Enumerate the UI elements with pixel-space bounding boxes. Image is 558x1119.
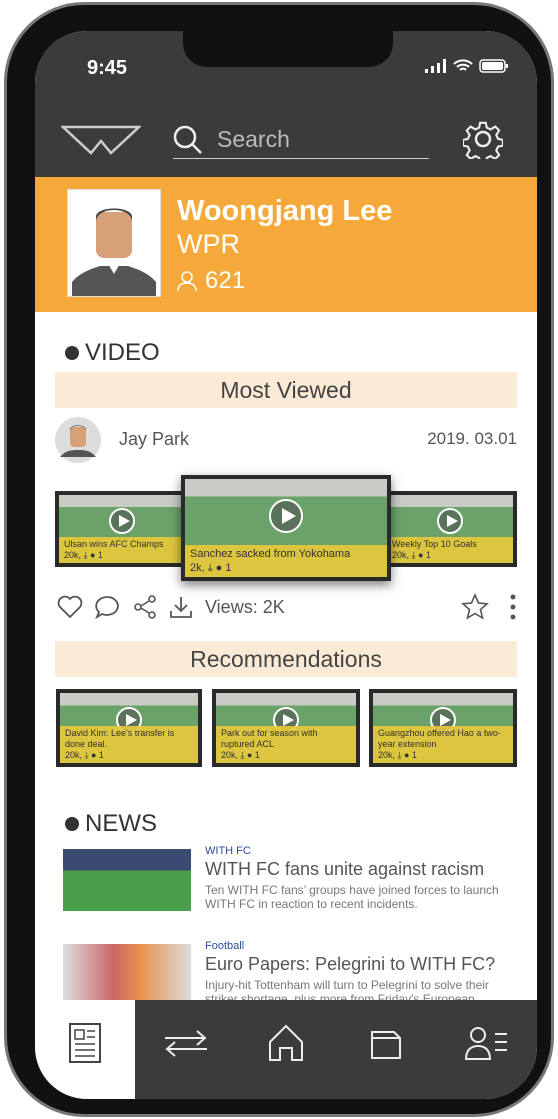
profile-list-icon [464, 1026, 507, 1060]
news-image [63, 944, 191, 1006]
nav-transfer[interactable] [135, 1000, 235, 1099]
video-card-featured[interactable]: Sanchez sacked from Yokohama 2k, ⤓ ● 1 [181, 475, 391, 581]
video-meta: 20k, ⤓ ● 1 [65, 750, 104, 760]
profile-banner: Woongjang Lee WPR 621 [35, 177, 537, 312]
heart-icon[interactable] [57, 595, 83, 619]
newspaper-icon [69, 1022, 102, 1063]
search-icon [173, 125, 202, 154]
news-title: WITH FC fans unite against racism [205, 859, 485, 879]
video-meta: 20k, ⤓ ● 1 [221, 750, 260, 760]
author-avatar[interactable] [55, 417, 101, 463]
most-viewed-header: Most Viewed [55, 372, 517, 408]
play-icon[interactable] [269, 499, 303, 534]
video-title: David Kim: Lee's transfer is done deal. [65, 728, 175, 749]
news-category: Football [205, 940, 245, 952]
views-count: Views: 2K [205, 596, 285, 617]
phone-frame: 9:45 Search Woongjang Lee WPR 621 VIDEO … [4, 2, 554, 1117]
battery-icon [479, 59, 508, 73]
recommended-video[interactable]: David Kim: Lee's transfer is done deal. 2… [56, 689, 202, 767]
star-icon[interactable] [461, 593, 489, 621]
recommended-video[interactable]: Park out for season with ruptured ACL 20k… [212, 689, 360, 767]
app-header: Search [35, 101, 537, 177]
user-icon [177, 271, 197, 291]
news-image [63, 849, 191, 911]
home-icon [269, 1024, 304, 1061]
news-item[interactable]: Football Euro Papers: Pelegrini to WITH … [63, 940, 513, 1020]
video-meta: 20k, ⤓ ● 1 [64, 550, 103, 560]
author-name[interactable]: Jay Park [119, 429, 189, 450]
download-icon[interactable] [169, 595, 193, 619]
video-section-title: VIDEO [65, 339, 160, 367]
news-category: WITH FC [205, 845, 251, 857]
logo-icon[interactable] [61, 123, 141, 155]
recommendations-header: Recommendations [55, 641, 517, 677]
video-title: Park out for season with ruptured ACL [221, 728, 318, 749]
comment-icon[interactable] [95, 595, 121, 619]
notch [183, 31, 393, 67]
video-meta: 20k, ⤓ ● 1 [378, 750, 417, 760]
nav-folder[interactable] [336, 1000, 436, 1099]
nav-news[interactable] [35, 1000, 136, 1099]
recommended-video[interactable]: Guangzhou offered Hao a two-year extensi… [369, 689, 517, 767]
followers-count[interactable]: 621 [177, 267, 245, 295]
profile-avatar [67, 189, 161, 297]
post-date: 2019. 03.01 [427, 429, 517, 448]
news-description: Ten WITH FC fans’ groups have joined for… [205, 883, 499, 911]
play-icon[interactable] [109, 507, 135, 534]
followers-value: 621 [205, 267, 246, 294]
video-title: Sanchez sacked from Yokohama [190, 548, 351, 560]
video-card[interactable]: Ulsan wins AFC Champs 20k, ⤓ ● 1 [55, 491, 189, 567]
play-icon[interactable] [437, 507, 463, 534]
folder-icon [371, 1030, 402, 1059]
video-meta: 2k, ⤓ ● 1 [190, 562, 232, 574]
status-time: 9:45 [87, 57, 128, 79]
video-meta: 20k, ⤓ ● 1 [392, 550, 431, 560]
transfer-arrows-icon [164, 1029, 207, 1057]
news-section-title: NEWS [65, 810, 157, 838]
video-card[interactable]: Weekly Top 10 Goals 20k, ⤓ ● 1 [383, 491, 517, 567]
bottom-nav [35, 1000, 537, 1099]
news-item[interactable]: WITH FC WITH FC fans unite against racis… [63, 845, 513, 913]
search-placeholder: Search [217, 126, 290, 152]
news-title: Euro Papers: Pelegrini to WITH FC? [205, 954, 496, 974]
search-input[interactable]: Search [173, 121, 429, 159]
more-icon[interactable] [509, 593, 517, 621]
wifi-icon [453, 59, 473, 71]
video-title: Ulsan wins AFC Champs [64, 539, 164, 549]
nav-profile[interactable] [437, 1000, 537, 1099]
profile-org: WPR [177, 229, 240, 259]
video-title: Guangzhou offered Hao a two-year extensi… [378, 728, 501, 749]
gear-icon[interactable] [463, 119, 503, 159]
video-title: Weekly Top 10 Goals [392, 539, 477, 549]
share-icon[interactable] [133, 595, 157, 619]
video-heading: VIDEO [85, 339, 160, 366]
screen: 9:45 Search Woongjang Lee WPR 621 VIDEO … [35, 31, 537, 1099]
signal-icon [425, 59, 446, 73]
nav-home[interactable] [236, 1000, 336, 1099]
news-heading: NEWS [85, 810, 157, 837]
profile-name: Woongjang Lee [177, 195, 393, 227]
